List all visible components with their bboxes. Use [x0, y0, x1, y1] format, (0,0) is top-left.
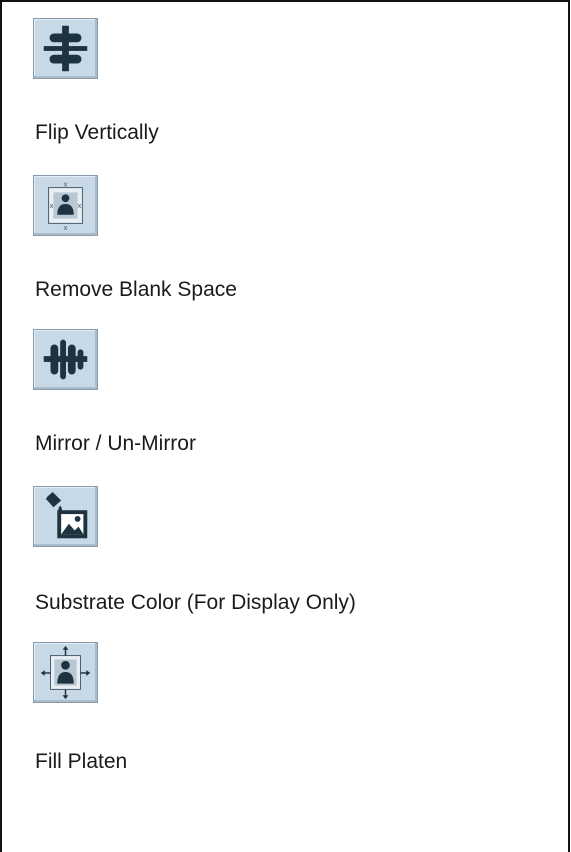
mirror-icon [43, 339, 88, 380]
remove-blank-space-icon: x x x x [48, 181, 83, 232]
flip-vertically-button[interactable] [33, 18, 98, 79]
fill-platen-label: Fill Platen [35, 750, 128, 773]
svg-text:x: x [63, 181, 67, 189]
mirror-label: Mirror / Un-Mirror [35, 432, 196, 455]
fill-platen-button[interactable] [33, 642, 98, 703]
remove-blank-space-label: Remove Blank Space [35, 278, 237, 301]
remove-blank-space-button[interactable]: x x x x [33, 175, 98, 236]
svg-text:x: x [49, 202, 53, 210]
flip-vertically-icon [43, 25, 88, 72]
fill-platen-icon [40, 645, 91, 700]
content-frame: Flip Vertically x x x x Remove Blank Spa… [0, 0, 570, 852]
svg-text:x: x [78, 202, 82, 210]
svg-text:x: x [63, 224, 67, 232]
substrate-color-label: Substrate Color (For Display Only) [35, 591, 356, 614]
substrate-color-button[interactable] [33, 486, 98, 547]
mirror-button[interactable] [33, 329, 98, 390]
flip-vertically-label: Flip Vertically [35, 121, 159, 144]
substrate-color-icon [45, 492, 88, 539]
